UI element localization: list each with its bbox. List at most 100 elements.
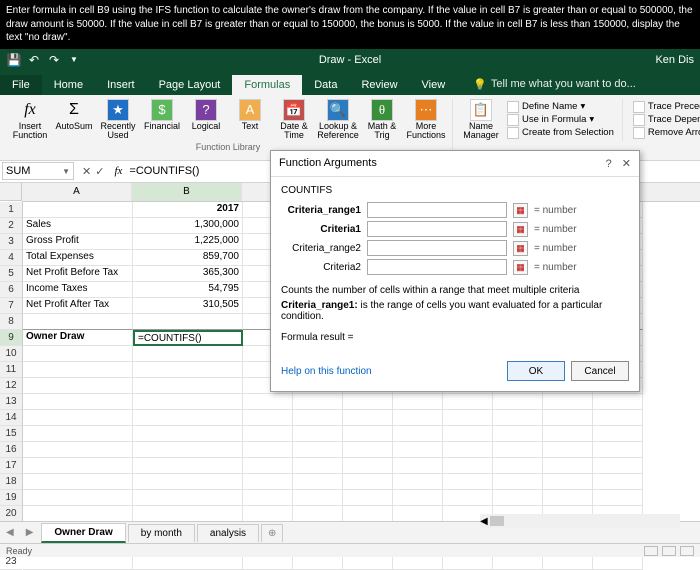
cell[interactable] xyxy=(393,426,443,442)
arg-input-0[interactable] xyxy=(367,202,507,218)
cell[interactable] xyxy=(243,442,293,458)
date-time-button[interactable]: 📅Date & Time xyxy=(272,99,316,141)
cell[interactable] xyxy=(343,458,393,474)
help-link[interactable]: Help on this function xyxy=(281,366,372,377)
row-header[interactable]: 20 xyxy=(0,506,22,522)
cell[interactable] xyxy=(23,394,133,410)
cell[interactable] xyxy=(343,442,393,458)
cell[interactable] xyxy=(23,378,133,394)
arg-input-1[interactable] xyxy=(367,221,507,237)
cell[interactable] xyxy=(393,458,443,474)
lookup-button[interactable]: 🔍Lookup & Reference xyxy=(316,99,360,141)
cell[interactable] xyxy=(23,490,133,506)
cell[interactable]: Gross Profit xyxy=(23,234,133,250)
cell[interactable]: 1,225,000 xyxy=(133,234,243,250)
cell[interactable] xyxy=(593,442,643,458)
cell[interactable] xyxy=(543,458,593,474)
cell[interactable] xyxy=(443,458,493,474)
cell[interactable] xyxy=(133,490,243,506)
row-header[interactable]: 19 xyxy=(0,490,22,506)
scroll-thumb[interactable] xyxy=(490,516,504,526)
cell[interactable] xyxy=(23,426,133,442)
cell[interactable] xyxy=(593,426,643,442)
cell[interactable] xyxy=(23,346,133,362)
cell[interactable] xyxy=(543,474,593,490)
arg-input-2[interactable] xyxy=(367,240,507,256)
cell[interactable] xyxy=(243,458,293,474)
cell[interactable] xyxy=(443,394,493,410)
row-header[interactable]: 12 xyxy=(0,378,22,394)
cell[interactable] xyxy=(443,490,493,506)
add-sheet-button[interactable]: ⊕ xyxy=(261,524,283,542)
cell[interactable] xyxy=(133,426,243,442)
cell[interactable] xyxy=(133,394,243,410)
row-header[interactable]: 11 xyxy=(0,362,22,378)
cell[interactable] xyxy=(23,458,133,474)
trace-precedents-button[interactable]: Trace Precedents xyxy=(633,101,700,113)
sheet-nav-next-icon[interactable]: ▶ xyxy=(20,527,40,538)
cell[interactable] xyxy=(593,490,643,506)
cell[interactable] xyxy=(243,506,293,522)
cell[interactable] xyxy=(593,458,643,474)
page-layout-view-icon[interactable] xyxy=(662,546,676,556)
select-all-corner[interactable] xyxy=(0,183,22,201)
cell[interactable] xyxy=(593,394,643,410)
cell[interactable] xyxy=(493,410,543,426)
cell[interactable] xyxy=(593,474,643,490)
accept-formula-icon[interactable]: ✓ xyxy=(95,165,104,178)
fx-button-icon[interactable]: fx xyxy=(110,165,126,177)
page-break-view-icon[interactable] xyxy=(680,546,694,556)
insert-function-button[interactable]: fxInsert Function xyxy=(8,99,52,141)
sheet-tab-owner-draw[interactable]: Owner Draw xyxy=(41,523,125,543)
trace-dependents-button[interactable]: Trace Dependents xyxy=(633,114,700,126)
row-header[interactable]: 10 xyxy=(0,346,22,362)
col-header-b[interactable]: B xyxy=(132,183,242,201)
row-header[interactable]: 3 xyxy=(0,234,22,250)
cell[interactable] xyxy=(23,410,133,426)
cell[interactable] xyxy=(133,474,243,490)
sheet-tab-analysis[interactable]: analysis xyxy=(197,524,259,542)
cell[interactable] xyxy=(293,474,343,490)
tab-review[interactable]: Review xyxy=(349,75,409,95)
cell[interactable] xyxy=(293,394,343,410)
cell[interactable] xyxy=(293,442,343,458)
cell[interactable] xyxy=(243,394,293,410)
arg-input-3[interactable] xyxy=(367,259,507,275)
horizontal-scrollbar[interactable]: ◀ xyxy=(480,514,680,528)
cell[interactable]: 54,795 xyxy=(133,282,243,298)
create-from-selection-button[interactable]: Create from Selection xyxy=(507,127,614,139)
tell-me-search[interactable]: 💡Tell me what you want to do... xyxy=(465,74,644,95)
cell[interactable] xyxy=(243,490,293,506)
cell[interactable] xyxy=(493,458,543,474)
cell[interactable] xyxy=(243,426,293,442)
cell[interactable] xyxy=(133,410,243,426)
logical-button[interactable]: ?Logical xyxy=(184,99,228,141)
text-button[interactable]: AText xyxy=(228,99,272,141)
row-header[interactable]: 4 xyxy=(0,250,22,266)
cell[interactable] xyxy=(343,426,393,442)
save-icon[interactable]: 💾 xyxy=(6,52,22,68)
cell[interactable] xyxy=(593,410,643,426)
close-icon[interactable]: ✕ xyxy=(622,158,631,170)
cell[interactable] xyxy=(243,474,293,490)
cell[interactable] xyxy=(543,394,593,410)
row-header[interactable]: 8 xyxy=(0,314,22,330)
cell[interactable] xyxy=(133,506,243,522)
cell[interactable]: 2017 xyxy=(133,202,243,218)
col-header-a[interactable]: A xyxy=(22,183,132,201)
row-header[interactable]: 2 xyxy=(0,218,22,234)
row-header[interactable]: 16 xyxy=(0,442,22,458)
more-functions-button[interactable]: ⋯More Functions xyxy=(404,99,448,141)
cell[interactable] xyxy=(543,426,593,442)
cell[interactable] xyxy=(343,490,393,506)
cell[interactable] xyxy=(493,394,543,410)
range-picker-icon[interactable]: ▦ xyxy=(513,241,528,256)
cell[interactable] xyxy=(23,362,133,378)
cell[interactable]: Sales xyxy=(23,218,133,234)
cell[interactable]: Net Profit Before Tax xyxy=(23,266,133,282)
cell[interactable]: 310,505 xyxy=(133,298,243,314)
sheet-nav-prev-icon[interactable]: ◀ xyxy=(0,527,20,538)
cancel-formula-icon[interactable]: ✕ xyxy=(82,165,91,178)
define-name-button[interactable]: Define Name ▾ xyxy=(507,101,614,113)
tab-view[interactable]: View xyxy=(410,75,458,95)
